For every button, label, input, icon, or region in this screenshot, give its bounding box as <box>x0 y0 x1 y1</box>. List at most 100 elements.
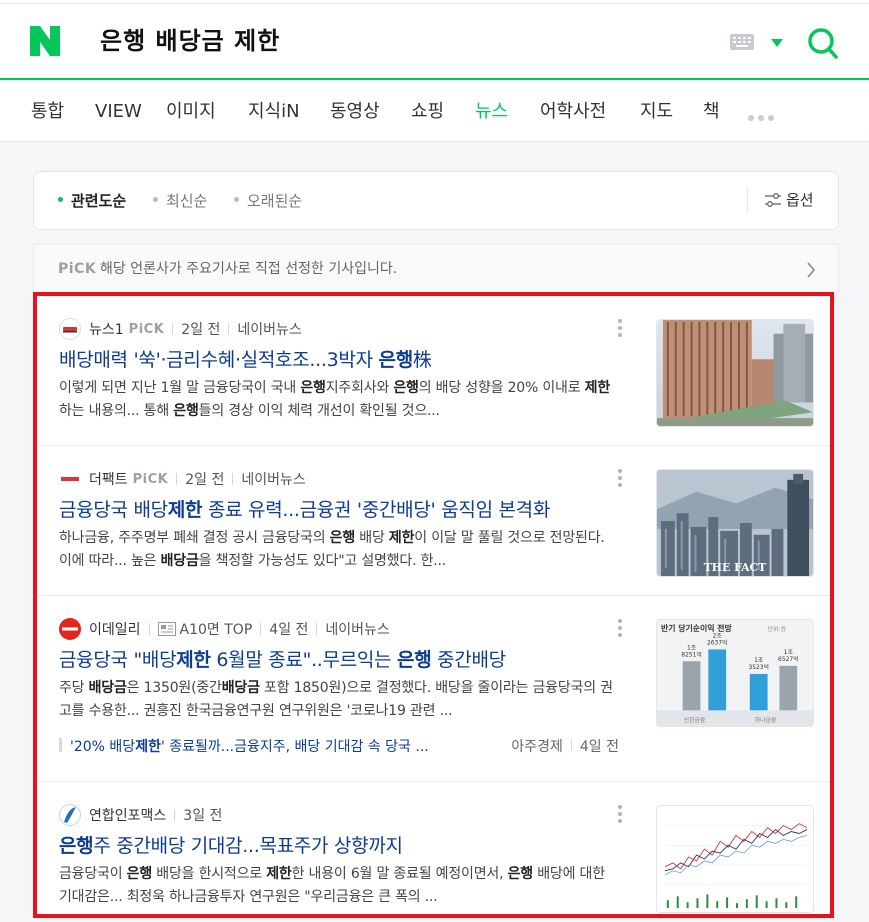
press-logo-edaily-icon[interactable] <box>59 618 81 640</box>
thumb-bar-label: 1조 <box>687 644 697 651</box>
press-name[interactable]: 이데일리 <box>89 619 141 639</box>
tab-dictionary[interactable]: 어학사전 <box>540 99 606 125</box>
search-query[interactable]: 은행 배당금 제한 <box>100 24 280 58</box>
related-bar <box>59 738 62 752</box>
newspaper-icon <box>157 622 176 636</box>
tab-books[interactable]: 책 <box>703 99 720 125</box>
press-name[interactable]: 뉴스1 <box>89 319 124 339</box>
pick-info-bar[interactable]: PiCK 해당 언론사가 주요기사로 직접 선정한 기사입니다. <box>33 244 839 292</box>
keyword-highlight: 은행 <box>300 380 326 396</box>
news-results: 뉴스1 PiCK 2일 전 네이버뉴스 배당매력 '쑥'·금리수혜·실적호조..… <box>33 292 834 918</box>
naver-news-link[interactable]: 네이버뉴스 <box>325 619 389 639</box>
news-meta: 더팩트 PiCK 2일 전 네이버뉴스 <box>59 468 306 490</box>
text-segment: 株 <box>412 349 432 371</box>
sort-oldest[interactable]: 오래된순 <box>234 190 302 212</box>
news-description: 이렇게 되면 지난 1월 말 금융당국이 국내 은행지주회사와 은행의 배당 성… <box>59 377 619 423</box>
keyword-highlight: 제한 <box>167 499 203 521</box>
related-press[interactable]: 아주경제 <box>511 739 563 755</box>
dot-icon <box>234 197 239 202</box>
text-segment: 이렇게 되면 지난 1월 말 금융당국이 국내 <box>59 380 301 396</box>
keyword-highlight: 제한 <box>584 380 611 396</box>
news-title[interactable]: 금융당국 "배당제한 6월말 종료"..무르익는 은행 중간배당 <box>59 646 506 674</box>
press-logo-thefact-icon[interactable] <box>59 468 81 490</box>
naver-news-link[interactable]: 네이버뉴스 <box>237 319 301 339</box>
more-tabs-icon[interactable] <box>748 106 780 121</box>
divider <box>316 623 318 635</box>
text-segment: 하는 내용의... 통해 <box>59 403 174 419</box>
press-logo-news1-icon[interactable] <box>59 318 81 340</box>
keyword-highlight: 은행 <box>173 403 199 419</box>
tab-shopping[interactable]: 쇼핑 <box>411 99 444 125</box>
related-news[interactable]: '20% 배당제한' 종료될까...금융지주, 배당 기대감 속 당국 ... … <box>59 736 619 758</box>
more-options-icon[interactable] <box>617 805 623 825</box>
news-thumbnail-stock-chart[interactable] <box>656 805 814 913</box>
options-button[interactable]: 옵션 <box>786 189 814 211</box>
naver-logo-icon[interactable] <box>30 26 60 56</box>
press-name[interactable]: 연합인포맥스 <box>89 805 166 825</box>
pick-description: 해당 언론사가 주요기사로 직접 선정한 기사입니다. <box>100 261 398 277</box>
text-segment: 주 중간배당 기대감...목표주가 상향까지 <box>93 835 403 857</box>
divider <box>172 323 174 335</box>
thumb-bar-label: 2조 <box>713 633 723 640</box>
news-time: 3일 전 <box>183 808 223 824</box>
text-segment: 중간배당 <box>431 649 506 671</box>
thumb-bar-label: 1조 <box>784 649 794 656</box>
more-options-icon[interactable] <box>617 619 623 639</box>
text-segment: 지주회사와 <box>325 380 394 396</box>
tab-images[interactable]: 이미지 <box>166 99 216 125</box>
thumb-bar-label: 1조 <box>754 657 764 664</box>
search-header: 은행 배당금 제한 <box>0 4 869 80</box>
text-segment: 들의 경상 이익 체력 개선이 확인될 것으... <box>198 403 440 419</box>
more-options-icon[interactable] <box>617 319 623 339</box>
text-segment: 배당을 한시적으로 <box>152 866 267 882</box>
thumb-bar-label: 8251억 <box>681 650 701 658</box>
pick-badge: PiCK <box>128 321 165 337</box>
related-title[interactable]: '20% 배당제한' 종료될까...금융지주, 배당 기대감 속 당국 ... <box>70 739 429 755</box>
tab-video[interactable]: 동영상 <box>330 99 380 125</box>
divider <box>174 809 176 821</box>
keyword-highlight: 은행 <box>126 866 153 882</box>
related-time: 4일 전 <box>579 739 619 755</box>
divider <box>570 739 572 751</box>
tab-map[interactable]: 지도 <box>640 99 673 125</box>
keyword-highlight: 은행 <box>378 349 414 371</box>
naver-news-link[interactable]: 네이버뉴스 <box>241 469 305 489</box>
keyword-highlight: 제한 <box>135 739 161 755</box>
text-segment: 금융당국이 <box>59 866 127 882</box>
more-options-icon[interactable] <box>617 469 623 489</box>
tab-news[interactable]: 뉴스 <box>475 99 508 125</box>
news-time: 4일 전 <box>269 622 309 638</box>
keyword-highlight: 제한 <box>176 649 211 671</box>
news-item: 연합인포맥스 3일 전 은행주 중간배당 기대감...목표주가 상향까지 금융당… <box>37 782 830 918</box>
thumb-bar <box>708 649 727 711</box>
divider <box>260 623 262 635</box>
search-icon[interactable] <box>806 26 838 60</box>
tab-integrated[interactable]: 통합 <box>31 99 64 125</box>
news-thumbnail-building[interactable] <box>656 319 814 427</box>
news-meta: 이데일리 A10면 TOP 4일 전 네이버뉴스 <box>59 618 390 640</box>
news-title[interactable]: 금융당국 배당제한 종료 유력...금융권 '중간배당' 움직임 본격화 <box>59 496 550 524</box>
sort-latest[interactable]: 최신순 <box>153 190 207 212</box>
thumb-unit: 단위:원 <box>768 625 786 633</box>
divider <box>148 623 150 635</box>
press-name[interactable]: 더팩트 <box>89 469 128 489</box>
tab-knowledge-in[interactable]: 지식iN <box>248 99 300 125</box>
sort-relevance[interactable]: 관련도순 <box>58 190 126 212</box>
chevron-right-icon[interactable] <box>806 262 816 278</box>
press-logo-yonhap-infomax-icon[interactable] <box>59 804 81 826</box>
tab-view[interactable]: VIEW <box>95 99 142 125</box>
news-description: 금융당국이 은행 배당을 한시적으로 제한한 내용이 6월 말 종료될 예정이면… <box>59 863 619 909</box>
autocomplete-arrow-icon[interactable] <box>770 38 784 48</box>
news-thumbnail-city[interactable]: THE FACT <box>656 469 814 577</box>
text-segment: 한 내용이 6월 말 종료될 예정이면서, <box>291 866 508 882</box>
thumb-caption: THE FACT <box>704 561 767 574</box>
news-thumbnail-infographic[interactable]: 반기 당기순이익 전망 단위:원 2조2637억1조8251억1조3523억1조… <box>656 619 814 727</box>
news-title[interactable]: 은행주 중간배당 기대감...목표주가 상향까지 <box>59 832 403 860</box>
text-segment: ' 종료될까...금융지주, 배당 기대감 속 당국 ... <box>160 739 429 755</box>
news-title[interactable]: 배당매력 '쑥'·금리수혜·실적호조...3박자 은행株 <box>59 346 432 374</box>
options-sliders-icon[interactable] <box>764 191 782 209</box>
keyboard-icon[interactable] <box>730 34 754 50</box>
divider <box>747 188 748 212</box>
thumb-group-label: 하나금융 <box>755 716 777 724</box>
dot-icon <box>153 197 158 202</box>
